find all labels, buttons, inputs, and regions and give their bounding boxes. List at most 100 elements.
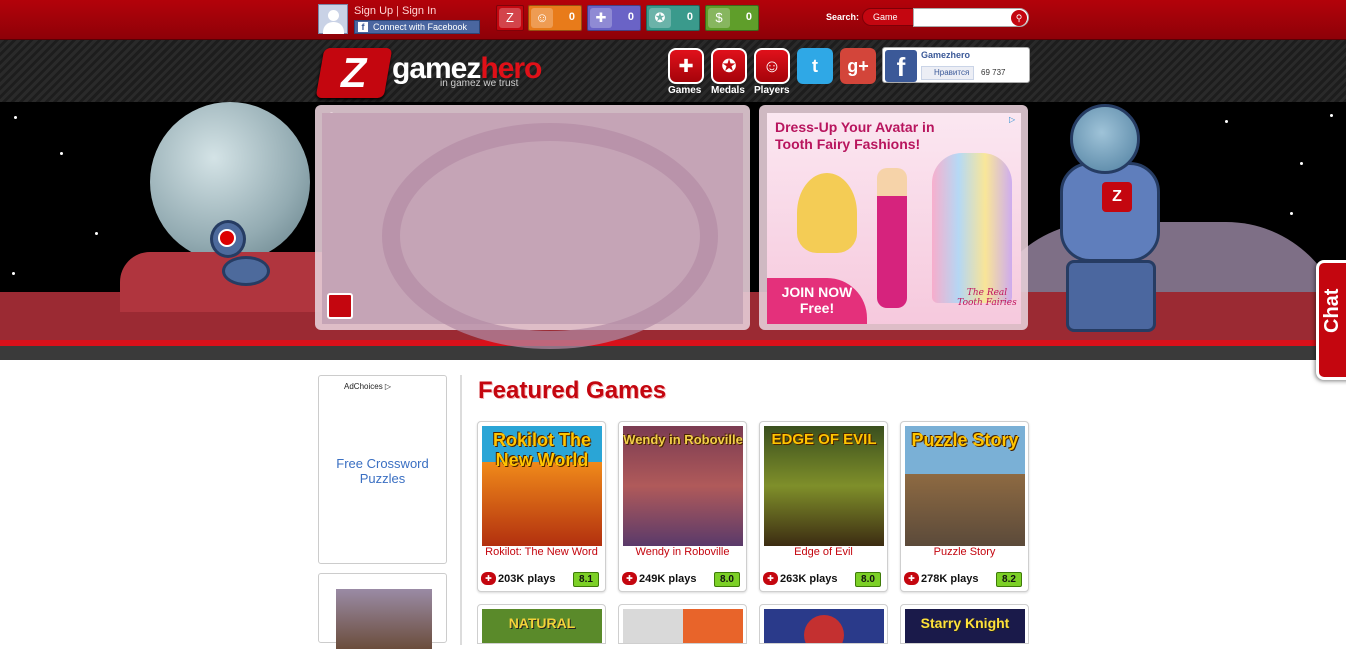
money-count: 0 <box>745 11 752 23</box>
gamepad-icon: ✚ <box>622 572 637 585</box>
ad-fairy-image <box>797 173 857 253</box>
smiley-icon: ☺ <box>531 8 553 28</box>
adchoices-icon[interactable]: ▷ <box>1009 115 1019 125</box>
medal-icon: ✪ <box>649 8 671 28</box>
game-thumbnail[interactable]: EDGE OF EVIL <box>764 426 884 546</box>
ad-dress-image <box>932 153 1012 303</box>
money-icon: $ <box>708 8 730 28</box>
game-card[interactable] <box>759 604 888 644</box>
facebook-icon[interactable]: f <box>885 50 917 82</box>
nav-medals-button[interactable]: ✪ <box>711 48 747 84</box>
ad-avatar-image <box>877 168 907 308</box>
gamezhero-icon: Z <box>499 8 521 28</box>
nav-games-label[interactable]: Games <box>668 85 701 96</box>
games-count: 0 <box>627 11 634 23</box>
smiley-counter[interactable]: ☺ 0 <box>528 5 582 31</box>
play-count: 278K plays <box>921 573 979 585</box>
nav-players-label[interactable]: Players <box>754 85 790 96</box>
thumb-title: Rokilot The New World <box>493 430 591 470</box>
facebook-like-count: 69 737 <box>981 68 1006 77</box>
sidebar-ad-image[interactable] <box>336 589 432 649</box>
gamepad-icon: ✚ <box>481 572 496 585</box>
rating-badge: 8.0 <box>714 572 740 587</box>
game-thumbnail[interactable]: Rokilot The New World <box>482 426 602 546</box>
game-card[interactable]: Starry Knight <box>900 604 1029 644</box>
sidebar-ad-link[interactable]: Free Crossword Puzzles <box>319 456 446 486</box>
medals-counter[interactable]: ✪ 0 <box>646 5 700 31</box>
thumb-title: Wendy in Roboville <box>623 432 743 447</box>
nav-games-button[interactable]: ✚ <box>668 48 704 84</box>
gamezhero-counter[interactable]: Z <box>496 5 524 31</box>
facebook-connect-button[interactable]: f Connect with Facebook <box>354 20 480 34</box>
sign-in-link[interactable]: Sign In <box>402 5 436 17</box>
adchoices-icon: ▷ <box>384 382 392 391</box>
player-control-button[interactable] <box>327 293 353 319</box>
user-avatar[interactable] <box>318 4 348 34</box>
game-card[interactable]: EDGE OF EVIL Edge of Evil ✚ 263K plays 8… <box>759 421 888 592</box>
game-thumbnail[interactable]: Puzzle Story <box>905 426 1025 546</box>
facebook-page-name[interactable]: Gamezhero <box>921 50 970 60</box>
play-count: 263K plays <box>780 573 838 585</box>
search-icon[interactable]: ⚲ <box>1011 10 1027 26</box>
game-player[interactable] <box>322 113 743 349</box>
thumb-title: Starry Knight <box>920 615 1010 631</box>
sign-up-link[interactable]: Sign Up <box>354 5 393 17</box>
rating-badge: 8.0 <box>855 572 881 587</box>
featured-games-title: Featured Games <box>478 377 667 404</box>
play-count: 203K plays <box>498 573 556 585</box>
gamezhero-logo[interactable]: Z gamezhero in gamez we trust <box>315 48 542 100</box>
adchoices-label[interactable]: AdChoices ▷ <box>344 382 391 391</box>
nav-players-button[interactable]: ☺ <box>754 48 790 84</box>
facebook-like-box: f Gamezhero Нравится 69 737 <box>882 47 1030 83</box>
astronaut-illustration: Z <box>1030 102 1200 337</box>
twitter-icon[interactable]: t <box>797 48 833 84</box>
chat-label: Chat <box>1321 288 1343 333</box>
nav-medals-label[interactable]: Medals <box>711 85 745 96</box>
smiley-count: 0 <box>568 11 575 23</box>
gamepad-icon: ✚ <box>763 572 778 585</box>
money-counter[interactable]: $ 0 <box>705 5 759 31</box>
ad-join-button[interactable]: JOIN NOW Free! <box>767 278 867 324</box>
monster-icon <box>804 615 844 643</box>
auth-links: Sign Up | Sign In <box>354 5 436 17</box>
rating-badge: 8.1 <box>573 572 599 587</box>
google-plus-icon[interactable]: g+ <box>840 48 876 84</box>
banner-ad[interactable]: Dress-Up Your Avatar in Tooth Fairy Fash… <box>767 113 1021 324</box>
logo-z-icon: Z <box>315 48 393 98</box>
game-title[interactable]: Wendy in Roboville <box>619 546 746 558</box>
gamepad-icon: ✚ <box>590 8 612 28</box>
gamepad-icon: ✚ <box>678 56 694 76</box>
sidebar-ad: AdChoices ▷ Free Crossword Puzzles <box>318 375 447 564</box>
game-card[interactable]: Rokilot The New World Rokilot: The New W… <box>477 421 606 592</box>
medals-count: 0 <box>686 11 693 23</box>
game-title[interactable]: Rokilot: The New Word <box>478 546 605 558</box>
rating-badge: 8.2 <box>996 572 1022 587</box>
top-bar: Sign Up | Sign In f Connect with Facebook … <box>0 0 1346 40</box>
content-divider <box>460 375 462 645</box>
facebook-connect-label: Connect with Facebook <box>373 22 468 32</box>
play-count: 249K plays <box>639 573 697 585</box>
facebook-like-button[interactable]: Нравится <box>921 66 975 80</box>
ad-headline: Dress-Up Your Avatar in Tooth Fairy Fash… <box>775 119 935 152</box>
ad-signature: The Real Tooth Fairies <box>957 288 1017 308</box>
game-card[interactable] <box>618 604 747 644</box>
sidebar-ad-2 <box>318 573 447 649</box>
game-card[interactable]: Puzzle Story Puzzle Story ✚ 278K plays 8… <box>900 421 1029 592</box>
chat-tab[interactable]: Chat <box>1316 260 1346 380</box>
game-title[interactable]: Puzzle Story <box>901 546 1028 558</box>
thumb-title: NATURAL <box>508 615 576 631</box>
logo-tagline: in gamez we trust <box>440 78 519 89</box>
game-card[interactable]: Wendy in Roboville Wendy in Roboville ✚ … <box>618 421 747 592</box>
thumb-title: Puzzle Story <box>911 430 1019 450</box>
facebook-icon: f <box>358 22 368 32</box>
gamepad-icon: ✚ <box>904 572 919 585</box>
game-title[interactable]: Edge of Evil <box>760 546 887 558</box>
games-counter[interactable]: ✚ 0 <box>587 5 641 31</box>
thumb-title: EDGE OF EVIL <box>771 431 877 448</box>
search-label: Search: <box>826 12 860 22</box>
game-thumbnail[interactable]: Wendy in Roboville <box>623 426 743 546</box>
smiley-icon: ☺ <box>762 56 782 76</box>
search-scope-select[interactable]: Game <box>862 8 914 26</box>
dark-stripe <box>0 346 1346 360</box>
game-card[interactable]: NATURAL <box>477 604 606 644</box>
